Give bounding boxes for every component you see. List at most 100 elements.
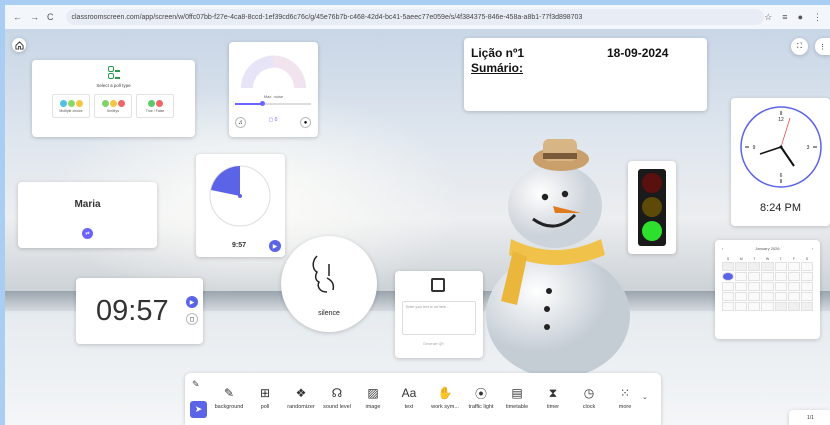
calendar-day-cell[interactable]	[787, 282, 800, 291]
noise-slider-handle[interactable]	[260, 101, 265, 106]
poll-option-true-false[interactable]: True / False	[136, 94, 174, 118]
calendar-day-cell[interactable]	[722, 282, 735, 291]
calendar-day-cell[interactable]	[735, 272, 748, 281]
toolbar-item-more[interactable]: ⁙ more	[607, 385, 643, 410]
calendar-day-cell[interactable]	[800, 262, 813, 271]
back-icon[interactable]: ←	[13, 12, 22, 22]
calendar-day-cell[interactable]	[748, 272, 761, 281]
bell-icon[interactable]: ♫	[235, 117, 246, 128]
reroll-button[interactable]: ⇄	[82, 228, 93, 239]
qr-text-input[interactable]: Enter your text or url here...	[402, 301, 476, 335]
fullscreen-button[interactable]: ⛶	[791, 38, 808, 55]
svg-text:12: 12	[778, 117, 784, 123]
calendar-header: ‹ January 2026 ›	[715, 240, 820, 251]
yellow-light[interactable]	[642, 197, 662, 217]
toolbar-item-poll[interactable]: ⊞ poll	[247, 385, 283, 410]
toolbar-item-clock[interactable]: ◷ clock	[571, 385, 607, 410]
calendar-day-cell[interactable]	[761, 292, 774, 301]
toolbar-expand-button[interactable]: ⌄	[642, 393, 648, 401]
poll-option-multiple-choice[interactable]: Multiple choice	[52, 94, 90, 118]
qr-placeholder: Enter your text or url here...	[406, 305, 449, 309]
calendar-day-cell[interactable]	[787, 292, 800, 301]
toolbar-item-background[interactable]: ✎ background	[211, 385, 247, 410]
calendar-day-cell[interactable]	[800, 282, 813, 291]
menu-icon[interactable]: ⋮	[813, 12, 822, 23]
calendar-day-cell[interactable]	[722, 262, 735, 271]
calendar-day-cell[interactable]	[761, 262, 774, 271]
calendar-day-cell[interactable]	[800, 292, 813, 301]
poll-option-smileys[interactable]: Smileys	[94, 94, 132, 118]
calendar-day-cell[interactable]	[748, 282, 761, 291]
calendar-day-cell[interactable]	[735, 302, 748, 311]
microphone-icon[interactable]: ●	[300, 117, 311, 128]
page-indicator[interactable]: 1/1	[789, 410, 830, 425]
calendar-day-cell[interactable]	[787, 272, 800, 281]
forward-icon[interactable]: →	[30, 12, 39, 22]
timer-value: 9:57	[232, 242, 247, 249]
bookmark-icon[interactable]: ☆	[764, 12, 772, 23]
reset-icon: ◻	[189, 316, 195, 323]
toolbar-item-timer[interactable]: ⧗ timer	[535, 385, 571, 411]
calendar-day-cell[interactable]	[761, 282, 774, 291]
svg-text:9: 9	[753, 145, 756, 151]
toolbar-item-work-sym[interactable]: ✋ work sym...	[427, 385, 463, 410]
calendar-next-icon[interactable]: ›	[812, 246, 813, 251]
calendar-day-cell[interactable]	[774, 302, 787, 311]
text-widget: Lição nº1 18-09-2024 Sumário:	[464, 38, 707, 111]
calendar-day-cell[interactable]	[735, 292, 748, 301]
timer-dial	[209, 165, 271, 227]
toolbar-item-randomizer[interactable]: ❖ randomizer	[283, 385, 319, 410]
more-options-button[interactable]: ⋮	[815, 38, 830, 55]
poll-option-label: Multiple choice	[59, 108, 83, 113]
reload-icon[interactable]: C	[47, 12, 54, 22]
analog-clock-time: 8:24 PM	[760, 202, 801, 214]
calendar-day-cell[interactable]	[722, 292, 735, 301]
calendar-day-cell[interactable]	[774, 272, 787, 281]
calendar-day-cell[interactable]	[735, 262, 748, 271]
calendar-day-cell[interactable]	[722, 302, 735, 311]
calendar-weekday: S	[726, 257, 730, 261]
calendar-day-cell[interactable]	[761, 272, 774, 281]
draw-tool-button[interactable]: ✎	[192, 379, 206, 393]
calendar-prev-icon[interactable]: ‹	[722, 246, 723, 251]
calendar-day-cell[interactable]	[748, 302, 761, 311]
calendar-day-cell[interactable]	[722, 272, 735, 281]
timetable-icon: ▤	[511, 386, 523, 400]
more-icon: ⁙	[619, 386, 631, 400]
extensions-icon[interactable]: ≡	[782, 12, 787, 23]
calendar-weekday: W	[765, 257, 770, 261]
display-mode-icon[interactable]: ▢ 0	[269, 117, 278, 128]
calendar-day-cell[interactable]	[748, 292, 761, 301]
timer-play-button[interactable]: ▶	[269, 240, 281, 252]
silence-label: silence	[318, 310, 340, 317]
digital-reset-button[interactable]: ◻	[186, 313, 198, 325]
calendar-day-cell[interactable]	[800, 302, 813, 311]
toolbar-item-label: background	[214, 404, 244, 410]
toolbar-item-image[interactable]: ▨ image	[355, 385, 391, 410]
red-light[interactable]	[642, 173, 662, 193]
toolbar-item-traffic-light[interactable]: ⦿ traffic light	[463, 385, 499, 411]
calendar-day-cell[interactable]	[735, 282, 748, 291]
noise-slider[interactable]	[235, 101, 311, 106]
green-light[interactable]	[642, 221, 662, 241]
toolbar-item-sound-level[interactable]: ☊ sound level	[319, 385, 355, 410]
digital-play-button[interactable]: ▶	[186, 296, 198, 308]
calendar-day-cell[interactable]	[748, 262, 761, 271]
browser-actions: ☆ ≡ ● ⋮	[764, 12, 822, 23]
address-bar[interactable]: classroomscreen.com/app/screen/w/0ffc07b…	[65, 9, 765, 25]
home-button[interactable]	[12, 38, 26, 52]
calendar-day-cell[interactable]	[800, 272, 813, 281]
calendar-day-cell[interactable]	[774, 262, 787, 271]
calendar-day-cell[interactable]	[787, 302, 800, 311]
toolbar-item-text[interactable]: Aa text	[391, 385, 427, 410]
profile-icon[interactable]: ●	[798, 12, 803, 23]
select-tool-button[interactable]: ➤	[190, 401, 207, 418]
text-date: 18-09-2024	[607, 46, 669, 60]
poll-icon: ⊞	[259, 386, 271, 400]
generate-qr-button[interactable]: Generate QR	[423, 342, 444, 346]
calendar-day-cell[interactable]	[774, 292, 787, 301]
toolbar-item-timetable[interactable]: ▤ timetable	[499, 385, 535, 410]
calendar-day-cell[interactable]	[787, 262, 800, 271]
calendar-day-cell[interactable]	[774, 282, 787, 291]
calendar-day-cell[interactable]	[761, 302, 774, 311]
